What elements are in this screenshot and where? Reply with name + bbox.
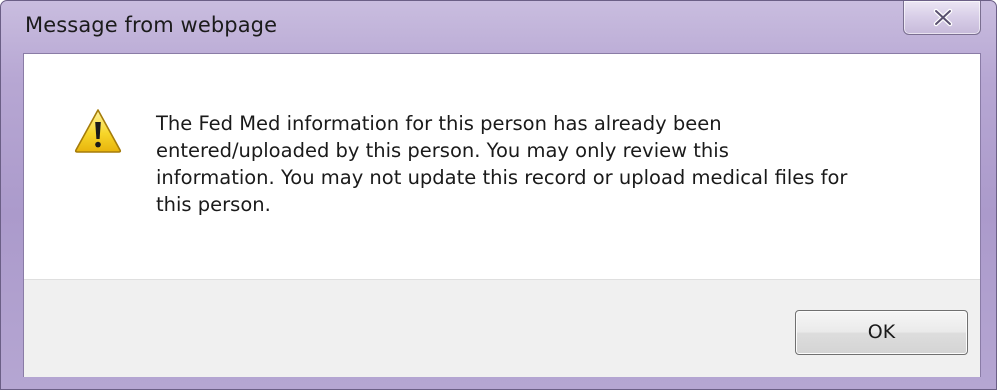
- ok-button[interactable]: OK: [795, 310, 968, 355]
- title-bar[interactable]: Message from webpage: [1, 1, 996, 49]
- dialog-body: The Fed Med information for this person …: [23, 53, 981, 377]
- button-bar: OK: [24, 279, 980, 377]
- warning-icon: [74, 109, 122, 153]
- message-dialog-window: Message from webpage The Fed Med informa…: [0, 0, 997, 390]
- dialog-message: The Fed Med information for this person …: [156, 112, 848, 216]
- close-button[interactable]: [903, 1, 981, 35]
- close-icon: [933, 8, 953, 27]
- window-title: Message from webpage: [25, 13, 278, 37]
- message-area: The Fed Med information for this person …: [24, 54, 980, 279]
